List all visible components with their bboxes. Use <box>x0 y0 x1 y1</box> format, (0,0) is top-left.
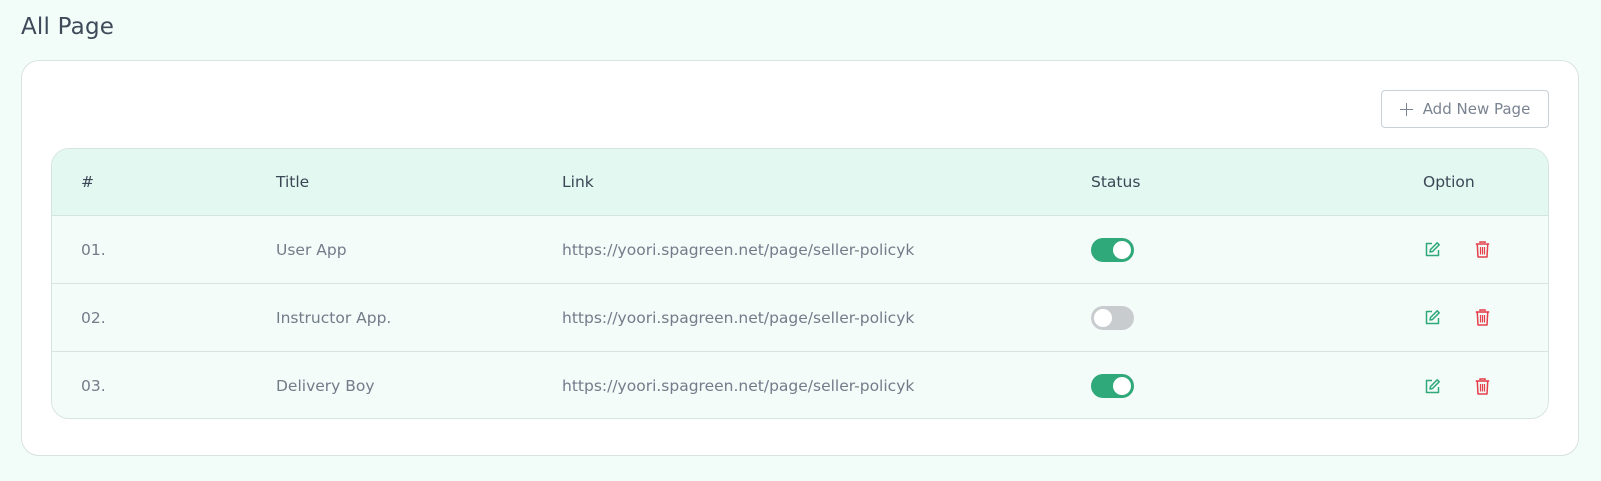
trash-icon[interactable] <box>1472 376 1492 396</box>
status-cell <box>1091 216 1134 283</box>
toggle-knob <box>1113 240 1131 259</box>
column-header-status: Status <box>1091 173 1141 191</box>
trash-icon[interactable] <box>1472 240 1492 260</box>
pages-table: # Title Link Status Option 01. User App … <box>51 148 1549 419</box>
table-row: 02. Instructor App. https://yoori.spagre… <box>52 284 1548 352</box>
toggle-knob <box>1113 377 1131 395</box>
status-toggle[interactable] <box>1091 237 1134 262</box>
row-number: 01. <box>81 240 106 259</box>
status-toggle[interactable] <box>1091 305 1134 330</box>
plus-icon <box>1399 102 1413 116</box>
edit-icon[interactable] <box>1422 240 1442 260</box>
row-title: User App <box>276 240 347 259</box>
row-link[interactable]: https://yoori.spagreen.net/page/seller-p… <box>562 352 914 418</box>
row-link[interactable]: https://yoori.spagreen.net/page/seller-p… <box>562 284 914 351</box>
status-cell <box>1091 352 1134 418</box>
edit-icon[interactable] <box>1422 308 1442 328</box>
pages-card: Add New Page # Title Link Status Option … <box>21 60 1579 456</box>
trash-icon[interactable] <box>1472 308 1492 328</box>
status-cell <box>1091 284 1134 351</box>
column-header-link: Link <box>562 173 594 191</box>
table-header: # Title Link Status Option <box>52 149 1548 216</box>
row-title: Instructor App. <box>276 308 392 327</box>
column-header-number: # <box>81 173 94 191</box>
toggle-knob <box>1094 308 1112 327</box>
table-row: 03. Delivery Boy https://yoori.spagreen.… <box>52 352 1548 418</box>
row-title: Delivery Boy <box>276 377 375 395</box>
add-new-page-label: Add New Page <box>1422 100 1531 118</box>
column-header-option: Option <box>1423 173 1475 191</box>
edit-icon[interactable] <box>1422 376 1442 396</box>
row-number: 03. <box>81 377 106 395</box>
row-link[interactable]: https://yoori.spagreen.net/page/seller-p… <box>562 216 914 283</box>
column-header-title: Title <box>276 173 310 191</box>
row-number: 02. <box>81 308 106 327</box>
status-toggle[interactable] <box>1091 374 1134 398</box>
table-row: 01. User App https://yoori.spagreen.net/… <box>52 216 1548 284</box>
page-title: All Page <box>21 14 115 40</box>
add-new-page-button[interactable]: Add New Page <box>1381 90 1549 128</box>
